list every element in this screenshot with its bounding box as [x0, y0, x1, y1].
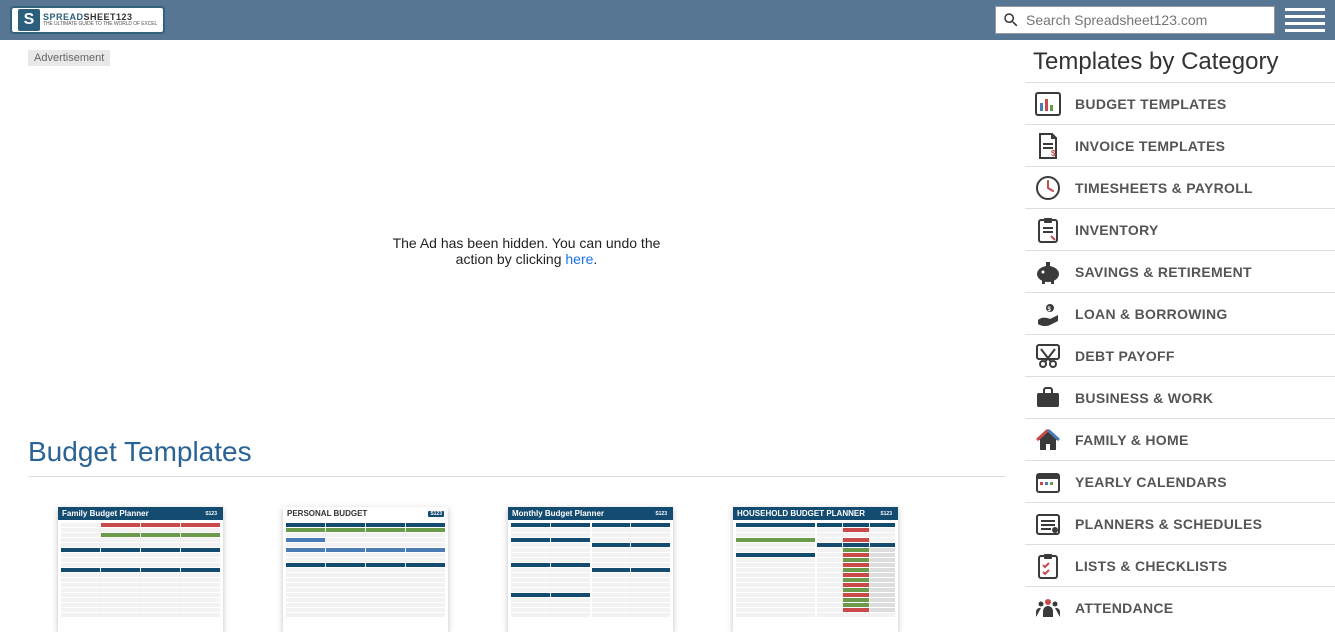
category-item[interactable]: SAVINGS & RETIREMENT — [1025, 250, 1335, 292]
category-label: ATTENDANCE — [1075, 600, 1173, 616]
home-icon — [1033, 427, 1063, 453]
category-label: YEARLY CALENDARS — [1075, 474, 1227, 490]
section-title: Budget Templates — [28, 436, 1005, 477]
category-label: BUSINESS & WORK — [1075, 390, 1213, 406]
category-item[interactable]: $ LOAN & BORROWING — [1025, 292, 1335, 334]
ad-undo-link[interactable]: here — [565, 251, 593, 267]
template-card[interactable]: PERSONAL BUDGETS123 — [283, 507, 448, 632]
category-label: LISTS & CHECKLISTS — [1075, 558, 1227, 574]
menu-button[interactable] — [1285, 6, 1325, 34]
loan-icon: $ — [1033, 301, 1063, 327]
header: S SPREADSHEET123 THE ULTIMATE GUIDE TO T… — [0, 0, 1335, 40]
category-label: PLANNERS & SCHEDULES — [1075, 516, 1262, 532]
category-item[interactable]: FAMILY & HOME — [1025, 418, 1335, 460]
svg-text:$: $ — [1051, 149, 1056, 158]
ad-label: Advertisement — [28, 50, 110, 66]
sidebar: Templates by Category BUDGET TEMPLATES $ I… — [1025, 40, 1335, 632]
people-icon — [1033, 595, 1063, 621]
category-item[interactable]: TIMESHEETS & PAYROLL — [1025, 166, 1335, 208]
ad-hidden-message: The Ad has been hidden. You can undo the… — [28, 66, 1025, 436]
logo-icon: S — [18, 9, 40, 31]
calendar-icon — [1033, 469, 1063, 495]
clipboard-icon — [1033, 217, 1063, 243]
template-card[interactable]: HOUSEHOLD BUDGET PLANNERS123 — [733, 507, 898, 632]
sidebar-title: Templates by Category — [1025, 48, 1335, 82]
clock-icon — [1033, 175, 1063, 201]
category-label: FAMILY & HOME — [1075, 432, 1189, 448]
category-item[interactable]: ATTENDANCE — [1025, 586, 1335, 628]
briefcase-icon — [1033, 385, 1063, 411]
planner-icon — [1033, 511, 1063, 537]
category-label: INVENTORY — [1075, 222, 1159, 238]
scissors-icon — [1033, 343, 1063, 369]
category-label: INVOICE TEMPLATES — [1075, 138, 1225, 154]
invoice-icon: $ — [1033, 133, 1063, 159]
checklist-icon — [1033, 553, 1063, 579]
search-box[interactable] — [995, 6, 1275, 34]
templates-row: Family Budget PlannerS123 — [28, 477, 1025, 632]
site-logo[interactable]: S SPREADSHEET123 THE ULTIMATE GUIDE TO T… — [10, 6, 165, 34]
main-content: Advertisement The Ad has been hidden. Yo… — [0, 40, 1025, 632]
category-item[interactable]: PLANNERS & SCHEDULES — [1025, 502, 1335, 544]
category-label: SAVINGS & RETIREMENT — [1075, 264, 1252, 280]
piggy-icon — [1033, 259, 1063, 285]
category-label: LOAN & BORROWING — [1075, 306, 1228, 322]
search-input[interactable] — [1026, 12, 1268, 28]
category-item[interactable]: $ INVOICE TEMPLATES — [1025, 124, 1335, 166]
category-item[interactable]: BUDGET TEMPLATES — [1025, 82, 1335, 124]
category-item[interactable]: LISTS & CHECKLISTS — [1025, 544, 1335, 586]
category-list: BUDGET TEMPLATES $ INVOICE TEMPLATES TIMESH… — [1025, 82, 1335, 628]
category-item[interactable]: INVENTORY — [1025, 208, 1335, 250]
category-label: DEBT PAYOFF — [1075, 348, 1175, 364]
budget-icon — [1033, 91, 1063, 117]
search-icon — [1002, 11, 1020, 29]
category-item[interactable]: DEBT PAYOFF — [1025, 334, 1335, 376]
category-label: TIMESHEETS & PAYROLL — [1075, 180, 1253, 196]
category-item[interactable]: YEARLY CALENDARS — [1025, 460, 1335, 502]
category-item[interactable]: BUSINESS & WORK — [1025, 376, 1335, 418]
category-label: BUDGET TEMPLATES — [1075, 96, 1227, 112]
template-card[interactable]: Family Budget PlannerS123 — [58, 507, 223, 632]
template-card[interactable]: Monthly Budget PlannerS123 — [508, 507, 673, 632]
